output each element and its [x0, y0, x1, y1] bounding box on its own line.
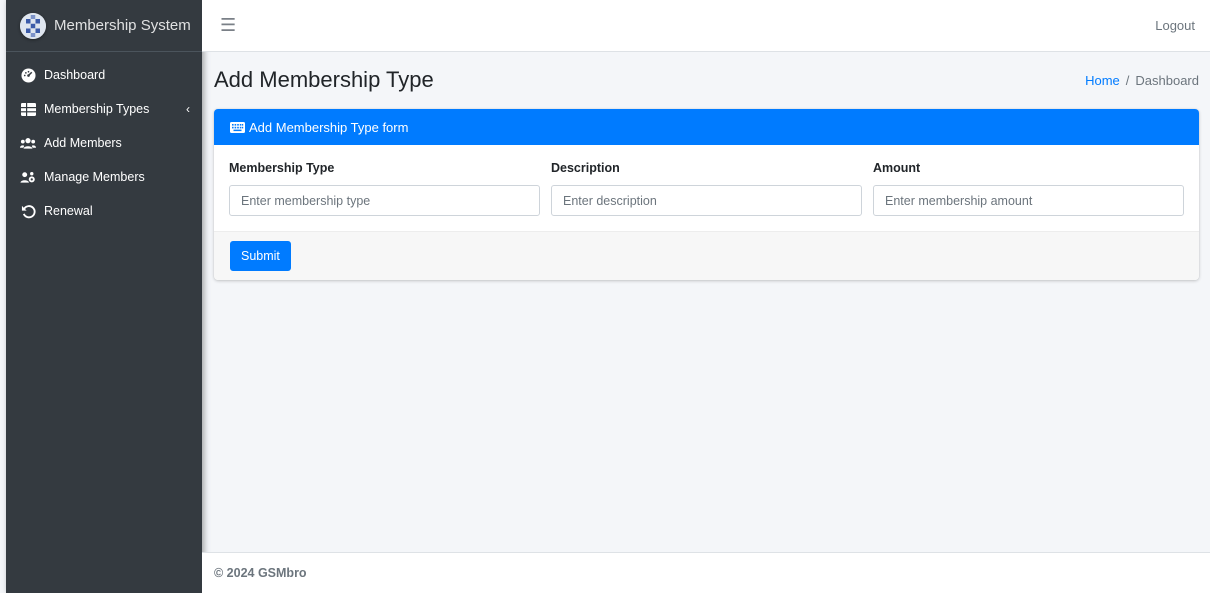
chevron-left-icon: ‹	[186, 102, 190, 116]
card-header: Add Membership Type form	[214, 109, 1199, 145]
menu-icon[interactable]: ☰	[220, 15, 236, 36]
logout-link[interactable]: Logout	[1155, 18, 1195, 33]
description-input[interactable]	[551, 185, 862, 216]
membership-type-group: Membership Type	[229, 161, 540, 231]
sidebar-item-label: Membership Types	[44, 102, 150, 116]
sidebar-item-label: Renewal	[44, 204, 93, 218]
users-cog-icon	[20, 169, 36, 185]
sidebar-item-dashboard[interactable]: Dashboard	[6, 58, 202, 92]
copyright-text: © 2024 GSMbro	[214, 566, 307, 580]
keyboard-icon	[230, 121, 245, 133]
membership-type-form: Membership Type Description Amount	[214, 145, 1199, 231]
sidebar-item-add-members[interactable]: Add Members	[6, 126, 202, 160]
membership-type-form-card: Add Membership Type form Membership Type…	[214, 109, 1199, 280]
sidebar-item-label: Manage Members	[44, 170, 145, 184]
breadcrumb-current: Dashboard	[1135, 72, 1199, 88]
sidebar-item-membership-types[interactable]: Membership Types ‹	[6, 92, 202, 126]
app-root: Membership System Dashboard Membership T…	[0, 0, 1210, 593]
content-wrapper: Add Membership Type Home / Dashboard Add M…	[202, 52, 1210, 552]
breadcrumb-separator: /	[1125, 72, 1130, 88]
tachometer-icon	[20, 67, 36, 83]
sidebar-item-label: Add Members	[44, 136, 122, 150]
amount-label: Amount	[873, 161, 921, 175]
amount-input[interactable]	[873, 185, 1184, 216]
breadcrumb-home-link[interactable]: Home	[1085, 73, 1120, 88]
membership-type-label: Membership Type	[229, 161, 335, 175]
users-icon	[20, 135, 36, 151]
content-header: Add Membership Type Home / Dashboard	[202, 52, 1210, 108]
undo-icon	[20, 203, 36, 219]
breadcrumb: Home / Dashboard	[1085, 73, 1199, 88]
description-label: Description	[551, 161, 620, 175]
table-icon	[20, 101, 36, 117]
sidebar: Membership System Dashboard Membership T…	[6, 0, 202, 593]
submit-button[interactable]: Submit	[230, 241, 291, 271]
brand-link[interactable]: Membership System	[6, 0, 202, 52]
top-navbar: ☰ Logout	[202, 0, 1210, 52]
card-footer: Submit	[214, 231, 1199, 280]
brand-logo-icon	[20, 12, 46, 39]
page-footer: © 2024 GSMbro	[202, 552, 1210, 593]
card-title: Add Membership Type form	[249, 119, 409, 135]
sidebar-nav: Dashboard Membership Types ‹ Add Members	[6, 52, 202, 228]
brand-title: Membership System	[54, 17, 191, 34]
sidebar-item-renewal[interactable]: Renewal	[6, 194, 202, 228]
sidebar-item-manage-members[interactable]: Manage Members	[6, 160, 202, 194]
description-group: Description	[551, 161, 862, 231]
sidebar-item-label: Dashboard	[44, 68, 106, 82]
page-title: Add Membership Type	[214, 67, 434, 92]
amount-group: Amount	[873, 161, 1184, 231]
membership-type-input[interactable]	[229, 185, 540, 216]
